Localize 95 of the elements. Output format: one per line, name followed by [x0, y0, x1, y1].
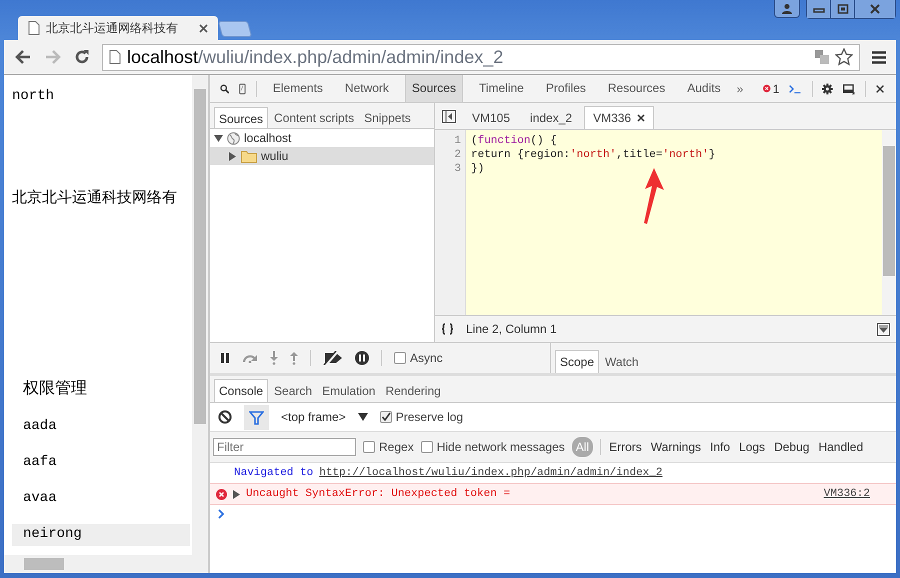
back-icon[interactable]: [14, 49, 32, 65]
navigator-tab[interactable]: Content scripts: [270, 107, 358, 128]
maximize-icon[interactable]: [831, 0, 855, 18]
menu-item[interactable]: aafa: [12, 452, 190, 488]
tree-item[interactable]: localhost: [210, 129, 434, 147]
profile-icon[interactable]: [774, 0, 800, 18]
menu-title: 权限管理: [23, 379, 88, 400]
regex-checkbox[interactable]: Regex: [363, 440, 414, 454]
pause-icon[interactable]: [220, 353, 230, 363]
tree-item[interactable]: wuliu: [210, 147, 434, 165]
minimize-icon[interactable]: [807, 0, 831, 18]
drawer-tab[interactable]: Rendering: [381, 380, 445, 402]
level-filter[interactable]: Handled: [817, 438, 864, 456]
panel-tab[interactable]: Elements: [266, 75, 329, 102]
sidebar-tab[interactable]: Watch: [601, 351, 643, 373]
panel-tab[interactable]: Profiles: [540, 75, 592, 102]
sidebar-tab[interactable]: Scope: [555, 350, 600, 373]
page-icon: [28, 21, 40, 35]
editor-tab[interactable]: index_2: [522, 107, 580, 129]
company-name: 北京北斗运通科技网络有: [12, 188, 178, 209]
step-over-icon[interactable]: [242, 353, 258, 363]
async-checkbox[interactable]: Async: [394, 351, 443, 365]
drawer-tab[interactable]: Emulation: [318, 380, 380, 402]
navigator-tab[interactable]: Sources: [214, 107, 268, 128]
panel-tab[interactable]: Resources: [602, 75, 672, 102]
reload-icon[interactable]: [74, 49, 90, 65]
vertical-scrollbar[interactable]: [882, 130, 896, 315]
panel-tab[interactable]: Network: [338, 75, 395, 102]
arrow-annotation: [643, 168, 665, 226]
panel-tab[interactable]: Sources: [404, 75, 463, 102]
level-filter[interactable]: Debug: [773, 438, 810, 456]
panel-tab[interactable]: Timeline: [472, 75, 530, 102]
pretty-print-icon[interactable]: [441, 323, 454, 335]
error-icon: [763, 83, 771, 94]
level-filter[interactable]: Warnings: [650, 438, 702, 456]
menu-item[interactable]: avaa: [12, 488, 190, 524]
error-message: Uncaught SyntaxError: Unexpected token =: [246, 488, 510, 500]
filter-field[interactable]: Filter: [213, 438, 356, 456]
menu-icon[interactable]: [872, 50, 886, 64]
dropdown-arrow-icon[interactable]: [358, 413, 368, 421]
editor-tab[interactable]: VM336: [584, 106, 654, 129]
search-icon[interactable]: [220, 82, 230, 96]
close-icon[interactable]: [199, 24, 208, 32]
drawer-tab[interactable]: Search: [270, 380, 316, 402]
line-number: 3: [453, 162, 462, 176]
url-text: localhost/wuliu/index.php/admin/admin/index_2: [127, 46, 504, 68]
context-selector[interactable]: <top frame>: [281, 410, 346, 424]
level-filter[interactable]: Errors: [608, 438, 643, 456]
code-line: }): [471, 162, 486, 176]
preserve-log-checkbox[interactable]: Preserve log: [380, 410, 464, 424]
page-heading: north: [12, 87, 56, 106]
step-into-icon[interactable]: [270, 351, 278, 365]
menu-item[interactable]: aada: [12, 416, 190, 452]
page-icon: [109, 50, 121, 64]
folder-icon: [241, 150, 257, 162]
code-line: return {region:'north',title='north'}: [471, 148, 716, 162]
menu-item[interactable]: neirong: [12, 524, 190, 546]
close-icon[interactable]: [637, 114, 646, 122]
globe-icon: [227, 132, 240, 144]
url-link[interactable]: http://localhost/wuliu/index.php/admin/admin/index_2: [319, 467, 662, 479]
clear-console-icon[interactable]: [218, 410, 232, 424]
drawer-tab[interactable]: Console: [214, 379, 268, 402]
settings-icon[interactable]: [822, 80, 834, 96]
line-number: 1: [453, 134, 462, 148]
line-number: 2: [453, 148, 462, 162]
checkmark-icon: [380, 412, 391, 422]
collapsed-arrow-icon[interactable]: [228, 152, 237, 160]
star-icon[interactable]: [835, 48, 853, 66]
source-link[interactable]: VM336:2: [824, 488, 870, 500]
cursor-position: Line 2, Column 1: [466, 322, 557, 336]
toggle-navigator-icon[interactable]: [442, 110, 456, 123]
level-filter[interactable]: Logs: [738, 438, 766, 456]
navigator-tab[interactable]: Snippets: [360, 107, 415, 128]
horizontal-scrollbar[interactable]: [4, 555, 208, 573]
panel-tab[interactable]: Audits: [681, 75, 727, 102]
error-icon: [216, 488, 227, 500]
expanded-arrow-icon[interactable]: [214, 134, 223, 142]
filter-icon[interactable]: [244, 404, 269, 430]
deactivate-breakpoints-icon[interactable]: [323, 351, 343, 365]
error-count[interactable]: 1: [772, 82, 780, 96]
address-bar[interactable]: localhost/wuliu/index.php/admin/admin/index_2: [102, 44, 860, 70]
level-filter[interactable]: Info: [709, 438, 732, 456]
pause-on-exceptions-icon[interactable]: [355, 351, 369, 365]
code-line: (function() {: [471, 134, 558, 148]
hide-network-checkbox[interactable]: Hide network messages: [420, 440, 565, 454]
close-icon[interactable]: [876, 82, 884, 94]
show-drawer-icon[interactable]: [877, 322, 890, 336]
prompt-icon[interactable]: [218, 509, 225, 519]
console-message: Navigated to: [234, 467, 314, 479]
more-tabs[interactable]: »: [736, 82, 744, 96]
step-out-icon[interactable]: [290, 351, 298, 365]
browser-tab[interactable]: 北京北斗运通网络科技有: [18, 16, 218, 40]
vertical-scrollbar[interactable]: [192, 75, 208, 555]
expand-arrow-icon[interactable]: [233, 490, 240, 498]
editor-tab[interactable]: VM105: [464, 107, 518, 129]
